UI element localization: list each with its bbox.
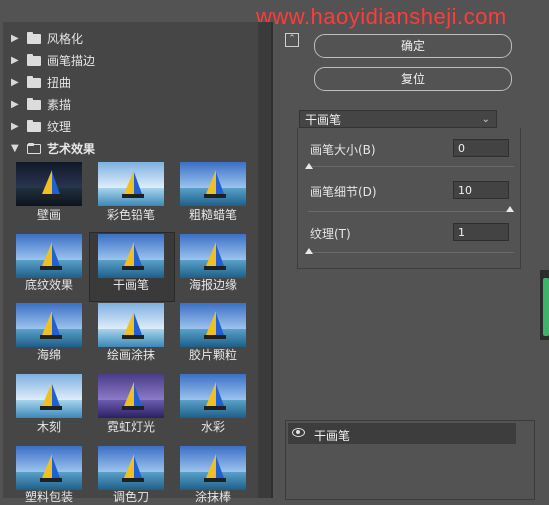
reset-button[interactable]: 复位 xyxy=(314,67,512,91)
category-label: 素描 xyxy=(47,98,72,112)
filter-select-value: 干画笔 xyxy=(305,113,342,127)
filter-label: 干画笔 xyxy=(112,278,149,292)
category-stylize[interactable]: ▶ 风格化 xyxy=(3,28,258,49)
folder-open-icon xyxy=(27,142,41,154)
folder-icon xyxy=(27,75,41,88)
eye-icon[interactable] xyxy=(292,428,305,437)
gallery-scrollbar[interactable] xyxy=(258,22,271,498)
chevron-right-icon: ▶ xyxy=(11,98,19,110)
filter-label: 塑料包装 xyxy=(24,490,73,504)
filter-thumb-underpainting[interactable] xyxy=(16,234,82,278)
texture-slider-track[interactable] xyxy=(308,252,514,253)
filter-thumb-sponge[interactable] xyxy=(16,303,82,347)
filter-thumb-plastic-wrap[interactable] xyxy=(16,446,82,490)
category-label: 艺术效果 xyxy=(47,142,96,156)
filter-thumb-smudge-stick[interactable] xyxy=(180,446,246,490)
filter-thumb-poster-edges[interactable] xyxy=(180,234,246,278)
filter-thumb-watercolor[interactable] xyxy=(180,374,246,418)
filter-thumb-film-grain[interactable] xyxy=(180,303,246,347)
filter-label: 胶片颗粒 xyxy=(188,348,237,362)
category-sketch[interactable]: ▶ 素描 xyxy=(3,94,258,115)
brush-detail-slider-knob[interactable] xyxy=(506,206,514,212)
brush-detail-label: 画笔细节(D) xyxy=(310,185,377,199)
filter-thumb-cutout[interactable] xyxy=(16,374,82,418)
texture-field[interactable]: 1 xyxy=(453,223,509,241)
category-texture[interactable]: ▶ 纹理 xyxy=(3,116,258,137)
category-distort[interactable]: ▶ 扭曲 xyxy=(3,72,258,93)
texture-slider-knob[interactable] xyxy=(305,248,313,254)
filter-thumb-palette-knife[interactable] xyxy=(98,446,164,490)
chevron-right-icon: ▶ xyxy=(11,54,19,66)
folder-icon xyxy=(27,119,41,132)
category-label: 纹理 xyxy=(47,120,72,134)
filter-thumb-paint-daubs[interactable] xyxy=(98,303,164,347)
chevron-right-icon: ▶ xyxy=(11,120,19,132)
category-label: 风格化 xyxy=(47,32,84,46)
brush-detail-field[interactable]: 10 xyxy=(453,181,509,199)
filter-type-select[interactable]: 干画笔 ⌄ xyxy=(299,110,497,128)
filter-label: 彩色铅笔 xyxy=(106,208,155,222)
category-brush-strokes[interactable]: ▶ 画笔描边 xyxy=(3,50,258,71)
filter-label: 海报边缘 xyxy=(188,278,237,292)
category-label: 画笔描边 xyxy=(47,54,96,68)
filter-label: 粗糙蜡笔 xyxy=(188,208,237,222)
brush-size-field[interactable]: 0 xyxy=(453,139,509,157)
filter-thumb-fresco[interactable] xyxy=(16,162,82,206)
chevron-right-icon: ▶ xyxy=(11,32,19,44)
filter-thumb-rough-pastels[interactable] xyxy=(180,162,246,206)
side-panel-indicator xyxy=(543,278,549,336)
filter-thumb-colored-pencil[interactable] xyxy=(98,162,164,206)
filter-thumb-neon-glow[interactable] xyxy=(98,374,164,418)
folder-icon xyxy=(27,31,41,44)
effect-layer-label: 干画笔 xyxy=(314,429,351,443)
brush-size-slider-track[interactable] xyxy=(308,166,514,167)
brush-detail-slider-track[interactable] xyxy=(308,211,514,212)
filter-thumb-dry-brush[interactable] xyxy=(98,234,164,278)
folder-icon xyxy=(27,53,41,66)
filter-label: 霓虹灯光 xyxy=(106,420,155,434)
brush-size-label: 画笔大小(B) xyxy=(310,143,376,157)
chevron-down-icon: ▼ xyxy=(11,142,19,154)
category-artistic[interactable]: ▼ 艺术效果 xyxy=(3,138,258,159)
chevron-up-icon[interactable]: ⌃ xyxy=(285,33,299,47)
chevron-right-icon: ▶ xyxy=(11,76,19,88)
filter-label: 海绵 xyxy=(36,348,61,362)
chevron-down-icon: ⌄ xyxy=(481,114,490,125)
filter-label: 壁画 xyxy=(36,208,61,222)
ok-button[interactable]: 确定 xyxy=(314,34,512,58)
filter-label: 木刻 xyxy=(36,420,61,434)
texture-label: 纹理(T) xyxy=(310,227,351,241)
panel-divider xyxy=(271,22,273,498)
watermark-text: www.haoyidiansheji.com xyxy=(256,4,507,29)
filter-label: 水彩 xyxy=(200,420,225,434)
filter-label: 底纹效果 xyxy=(24,278,73,292)
filter-label: 调色刀 xyxy=(112,490,149,504)
folder-icon xyxy=(27,97,41,110)
brush-size-slider-knob[interactable] xyxy=(305,163,313,169)
category-label: 扭曲 xyxy=(47,76,72,90)
filter-label: 涂抹棒 xyxy=(194,490,231,504)
filter-label: 绘画涂抹 xyxy=(106,348,155,362)
